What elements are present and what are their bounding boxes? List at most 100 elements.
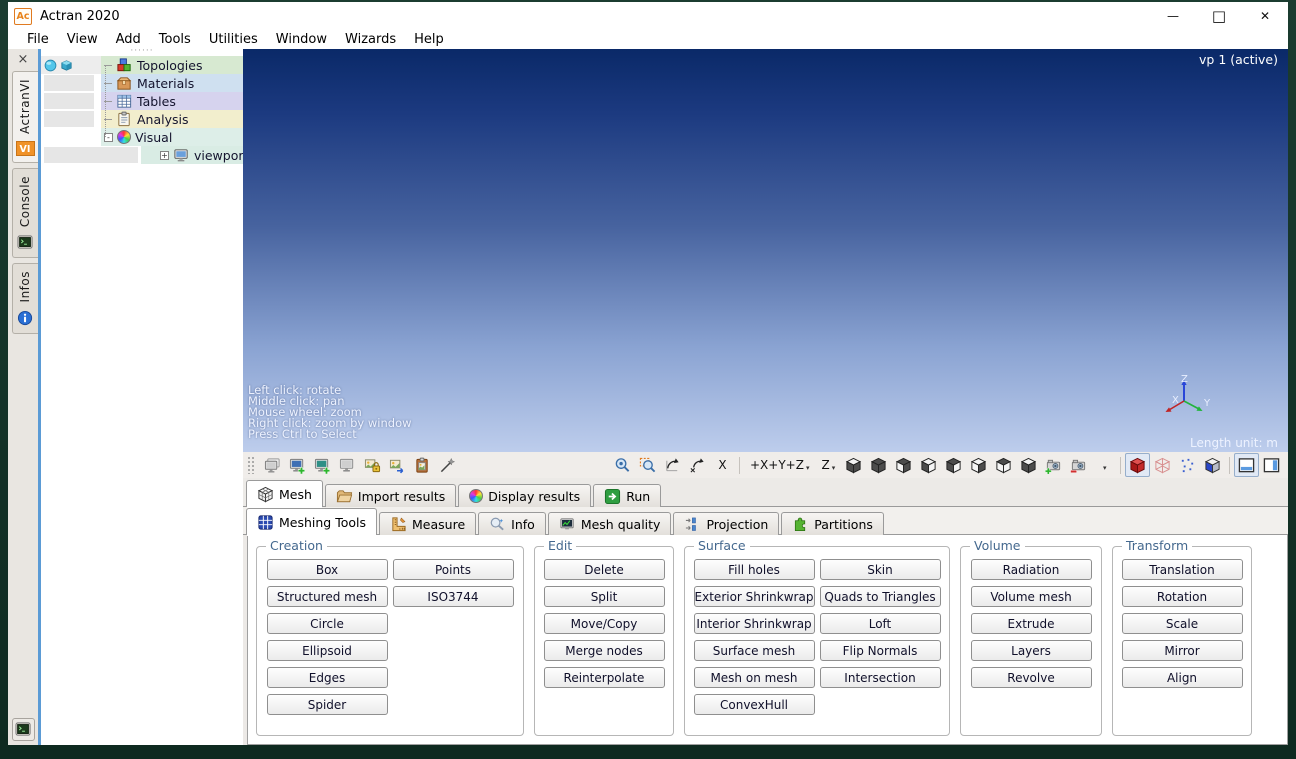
more-views-dropdown[interactable]: ▾ (1091, 453, 1116, 477)
viewport-3d[interactable]: vp 1 (active) Left click: rotate Middle … (243, 49, 1288, 452)
duplicate-viewport-icon[interactable] (260, 453, 285, 477)
tree-expander[interactable]: + (160, 150, 169, 160)
view-cube-7-icon[interactable] (991, 453, 1016, 477)
scale-button[interactable]: Scale (1121, 613, 1243, 634)
maximize-button[interactable]: □ (1196, 2, 1242, 30)
tree-row-topologies[interactable]: Topologies (41, 56, 243, 74)
tree-drag-handle[interactable]: ······ (41, 47, 243, 56)
minimize-button[interactable]: — (1150, 2, 1196, 30)
convexhull-button[interactable]: ConvexHull (693, 694, 815, 715)
mesh-on-mesh-button[interactable]: Mesh on mesh (693, 667, 815, 688)
tab-run[interactable]: Run (593, 484, 662, 507)
revolve-button[interactable]: Revolve (970, 667, 1092, 688)
fill-holes-button[interactable]: Fill holes (693, 559, 815, 580)
box-button[interactable]: Box (266, 559, 388, 580)
circle-button[interactable]: Circle (266, 613, 388, 634)
subtab-partitions[interactable]: Partitions (781, 512, 884, 535)
tree-row-viewport-1[interactable]: + viewport 1 (41, 146, 261, 164)
remove-camera-view-icon[interactable] (1066, 453, 1091, 477)
subtab-info[interactable]: Info (478, 512, 546, 535)
split-vertical-icon[interactable] (1259, 453, 1284, 477)
volume-mesh-button[interactable]: Volume mesh (970, 586, 1092, 607)
align-button[interactable]: Align (1121, 667, 1243, 688)
menu-window[interactable]: Window (267, 32, 336, 47)
loft-button[interactable]: Loft (819, 613, 941, 634)
save-image-icon[interactable] (360, 453, 385, 477)
spider-button[interactable]: Spider (266, 694, 388, 715)
sketch-icon[interactable] (435, 453, 460, 477)
interior-shrinkwrap-button[interactable]: Interior Shrinkwrap (693, 613, 815, 634)
toolbar-grip[interactable] (247, 456, 256, 474)
surface-mesh-button[interactable]: Surface mesh (693, 640, 815, 661)
delete-button[interactable]: Delete (543, 559, 665, 580)
structured-mesh-button[interactable]: Structured mesh (266, 586, 388, 607)
console-shortcut-button[interactable] (11, 718, 35, 741)
view-cube-2-icon[interactable] (866, 453, 891, 477)
move-copy-button[interactable]: Move/Copy (543, 613, 665, 634)
intersection-button[interactable]: Intersection (819, 667, 941, 688)
skin-button[interactable]: Skin (819, 559, 941, 580)
render-points-icon[interactable] (1175, 453, 1200, 477)
view-cube-8-icon[interactable] (1016, 453, 1041, 477)
rotate-view-icon[interactable] (660, 453, 685, 477)
merge-nodes-button[interactable]: Merge nodes (543, 640, 665, 661)
extrude-button[interactable]: Extrude (970, 613, 1092, 634)
view-cube-6-icon[interactable] (966, 453, 991, 477)
cube-toggle-icon[interactable] (60, 59, 73, 72)
split-horizontal-icon[interactable] (1234, 453, 1260, 477)
menu-view[interactable]: View (58, 32, 107, 47)
delete-viewport-icon[interactable] (335, 453, 360, 477)
tree-row-analysis[interactable]: Analysis (41, 110, 243, 128)
edges-button[interactable]: Edges (266, 667, 388, 688)
zoom-window-icon[interactable] (635, 453, 660, 477)
rotate-free-icon[interactable] (685, 453, 710, 477)
flip-normals-button[interactable]: Flip Normals (819, 640, 941, 661)
subtab-projection[interactable]: Projection (673, 512, 780, 535)
view-cube-5-icon[interactable] (941, 453, 966, 477)
close-button[interactable]: ✕ (1242, 2, 1288, 30)
view-cube-4-icon[interactable] (916, 453, 941, 477)
exterior-shrinkwrap-button[interactable]: Exterior Shrinkwrap (693, 586, 815, 607)
export-image-icon[interactable] (385, 453, 410, 477)
quads-to-triangles-button[interactable]: Quads to Triangles (819, 586, 941, 607)
translation-button[interactable]: Translation (1121, 559, 1243, 580)
dock-close-button[interactable]: × (18, 53, 29, 67)
mirror-button[interactable]: Mirror (1121, 640, 1243, 661)
x-axis-button[interactable]: X (710, 453, 735, 477)
render-solid-icon[interactable] (1125, 453, 1151, 477)
sidebar-tab-console[interactable]: Console (11, 167, 38, 259)
sidebar-tab-infos[interactable]: Infos (11, 263, 38, 334)
add-camera-view-icon[interactable] (1041, 453, 1066, 477)
subtab-meshing-tools[interactable]: Meshing Tools (246, 508, 378, 536)
ellipsoid-button[interactable]: Ellipsoid (266, 640, 388, 661)
subtab-mesh-quality[interactable]: Mesh quality (547, 512, 672, 535)
sidebar-tab-actranvi[interactable]: ActranVI VI (11, 71, 38, 163)
split-button[interactable]: Split (543, 586, 665, 607)
render-wireframe-icon[interactable] (1150, 453, 1175, 477)
view-cube-1-icon[interactable] (841, 453, 866, 477)
menu-tools[interactable]: Tools (150, 32, 200, 47)
layers-button[interactable]: Layers (970, 640, 1092, 661)
view-preset-dropdown[interactable]: +X+Y+Z ▾ (744, 453, 815, 477)
sphere-toggle-icon[interactable] (44, 59, 57, 72)
copy-image-icon[interactable] (410, 453, 435, 477)
menu-wizards[interactable]: Wizards (336, 32, 405, 47)
tab-mesh[interactable]: Mesh (246, 480, 323, 508)
tab-import-results[interactable]: Import results (324, 484, 457, 507)
zoom-fit-icon[interactable] (610, 453, 635, 477)
reinterpolate-button[interactable]: Reinterpolate (543, 667, 665, 688)
menu-help[interactable]: Help (405, 32, 453, 47)
tree-row-visual[interactable]: - Visual (41, 128, 243, 146)
add-viewport-icon[interactable] (285, 453, 310, 477)
tab-display-results[interactable]: Display results (458, 484, 592, 507)
radiation-button[interactable]: Radiation (970, 559, 1092, 580)
menu-utilities[interactable]: Utilities (200, 32, 267, 47)
iso3744-button[interactable]: ISO3744 (392, 586, 514, 607)
z-axis-dropdown[interactable]: Z ▾ (815, 453, 841, 477)
view-cube-3-icon[interactable] (891, 453, 916, 477)
rotation-button[interactable]: Rotation (1121, 586, 1243, 607)
points-button[interactable]: Points (392, 559, 514, 580)
menu-add[interactable]: Add (107, 32, 150, 47)
add-viewport-filled-icon[interactable] (310, 453, 335, 477)
menu-file[interactable]: File (18, 32, 58, 47)
